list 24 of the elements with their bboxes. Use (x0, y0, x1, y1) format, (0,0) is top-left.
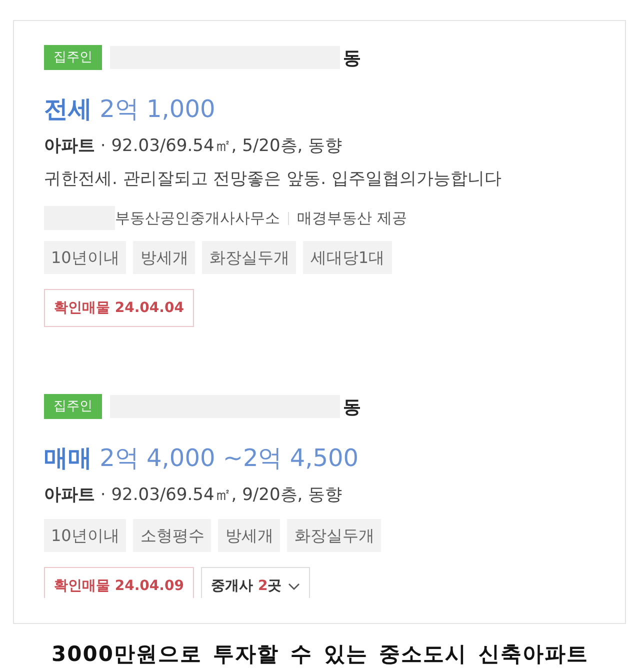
feature-tag: 세대당1대 (303, 241, 392, 274)
description-text: 귀한전세. 관리잘되고 전망좋은 앞동. 입주일협의가능합니다 (44, 168, 502, 191)
feature-tag: 10년이내 (44, 241, 126, 274)
feature-tag: 소형평수 (133, 519, 212, 552)
feature-tag: 10년이내 (44, 519, 126, 552)
price-text: 전세 2억 1,000 (44, 95, 216, 123)
agents-button[interactable]: 중개사 2곳 (200, 567, 310, 598)
feature-tag: 화장실두개 (287, 519, 382, 552)
feature-tag: 방세개 (218, 519, 280, 552)
caption-text: 3000만원으로 투자할 수 있는 중소도시 신축아파트 (50, 642, 590, 666)
property-details: 아파트 · 92.03/69.54㎡, 9/20층, 동향 (44, 484, 344, 507)
feature-tag: 방세개 (133, 241, 196, 274)
verified-badge: 확인매물 24.04.04 (44, 289, 194, 327)
provider-text: 매경부동산 제공 (297, 208, 407, 228)
address-text: 동 (343, 46, 361, 70)
property-details: 아파트 · 92.03/69.54㎡, 5/20층, 동향 (44, 135, 344, 158)
verified-badge: 확인매물 24.04.09 (44, 567, 194, 598)
owner-badge: 집주인 (44, 394, 102, 419)
owner-badge: 집주인 (44, 45, 102, 70)
caret-icon (288, 582, 300, 590)
feature-tag: 화장실두개 (202, 241, 296, 274)
agency-name: 부동산공인중개사사무소 (115, 208, 280, 228)
price-text: 매매 2억 4,000 ~2억 4,500 (44, 444, 360, 472)
address-text: 동 (343, 396, 361, 418)
